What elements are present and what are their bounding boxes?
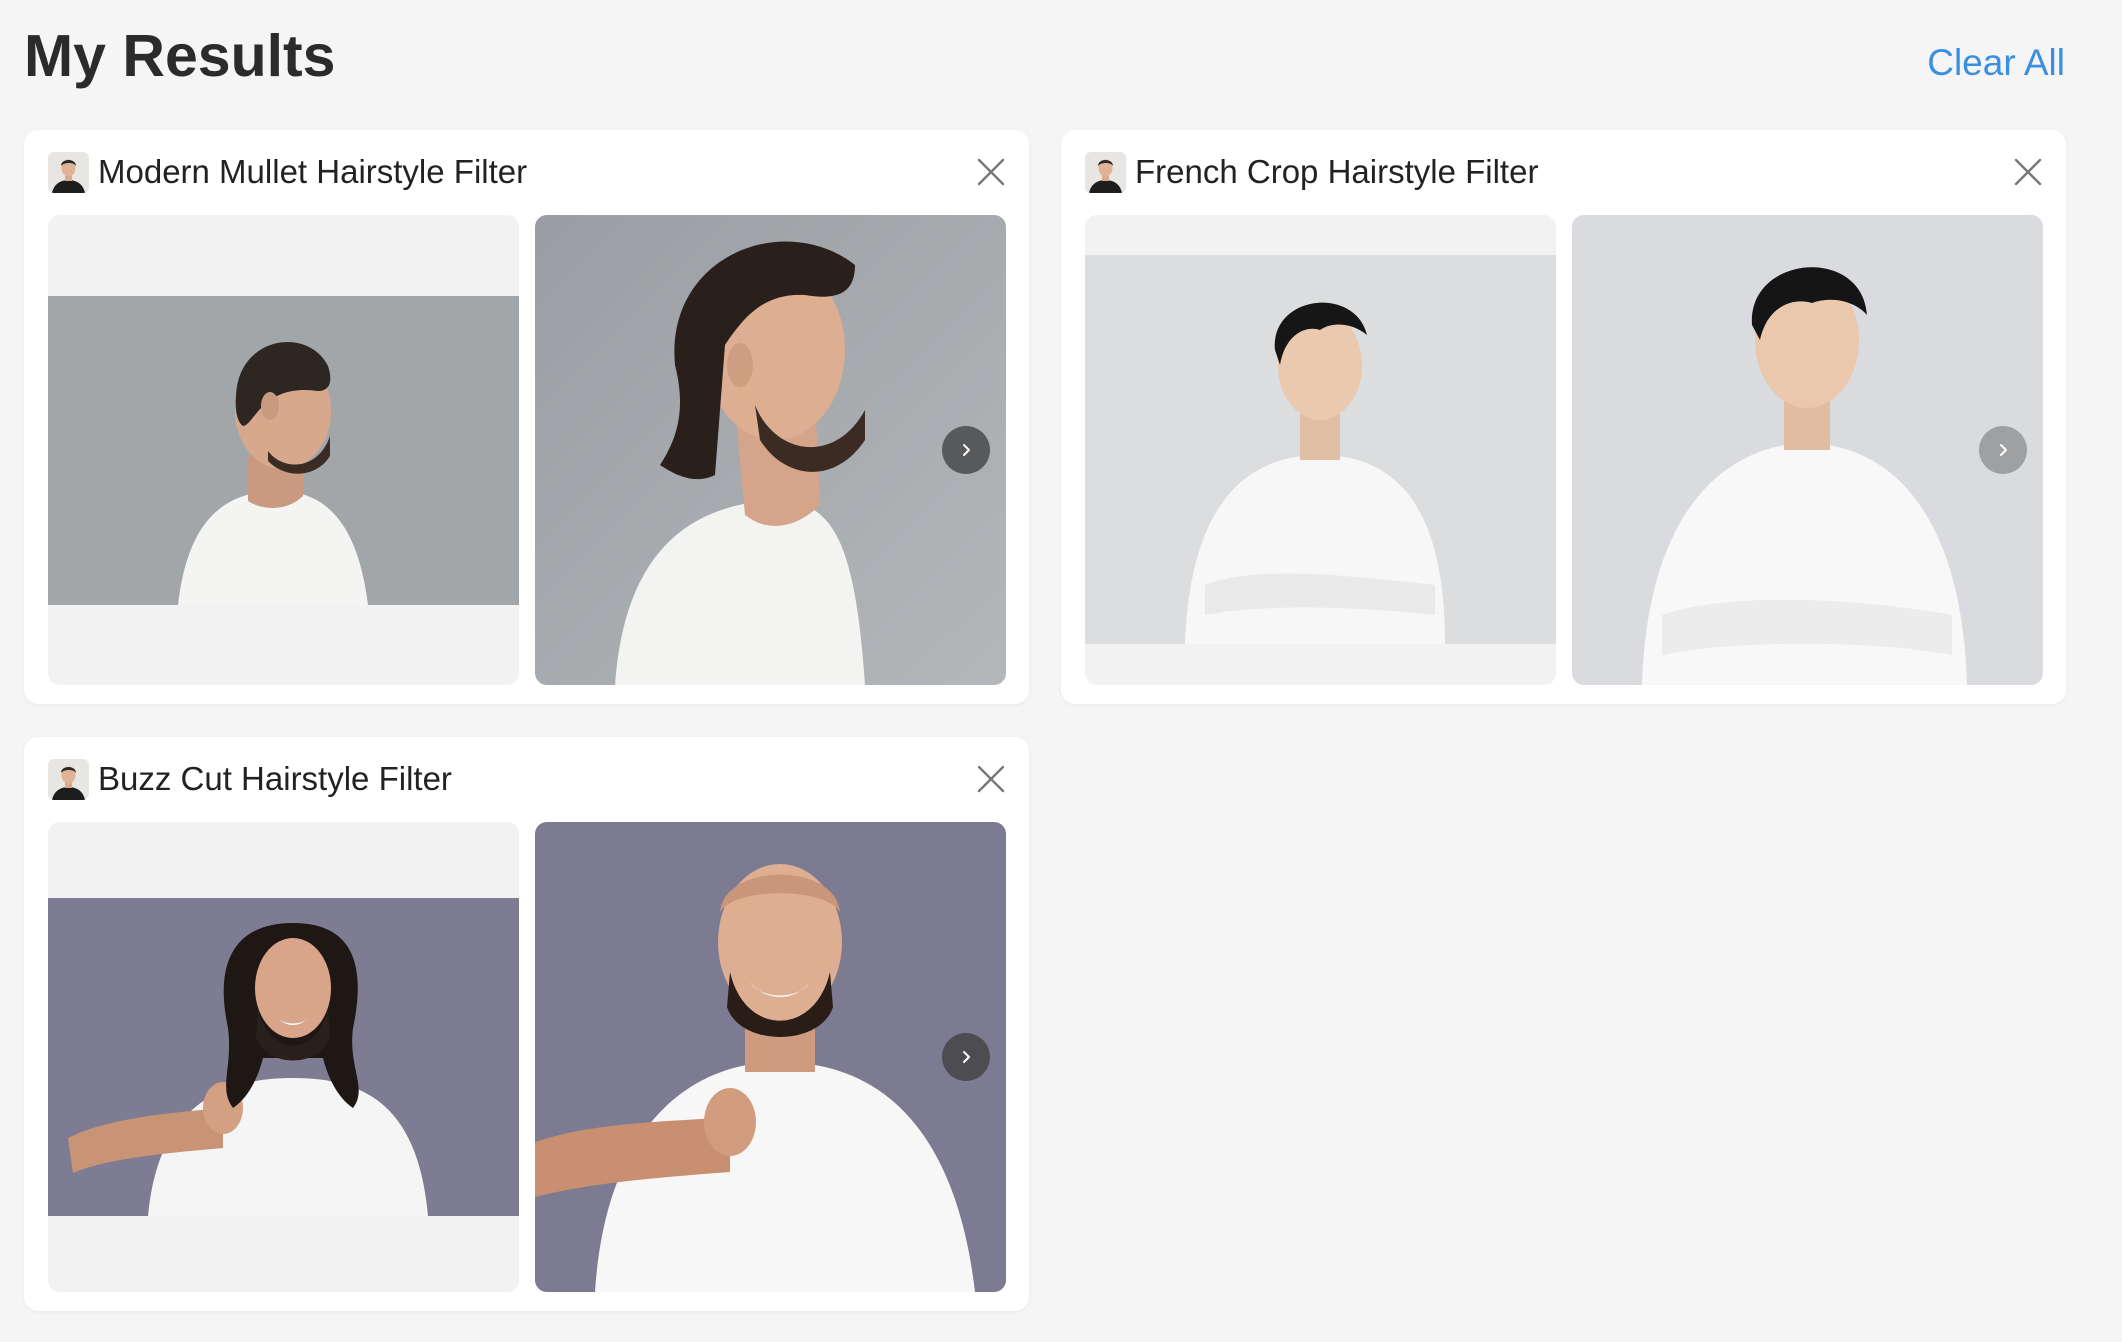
avatar <box>48 151 89 193</box>
chevron-right-icon <box>2000 444 2007 456</box>
results-page: My Results Clear All Modern Mullet Hairs… <box>0 0 2122 1342</box>
avatar <box>1085 151 1126 193</box>
original-photo <box>48 898 519 1216</box>
next-image-button[interactable] <box>942 426 990 474</box>
page-title: My Results <box>24 23 336 89</box>
card-header: French Crop Hairstyle Filter <box>1085 150 2042 194</box>
clear-all-button[interactable]: Clear All <box>1927 38 2065 88</box>
chevron-right-icon <box>963 1051 970 1063</box>
chevron-right-icon <box>963 444 970 456</box>
result-photo-slot <box>535 215 1006 685</box>
close-icon[interactable] <box>977 158 1005 186</box>
avatar <box>48 758 89 800</box>
card-header: Modern Mullet Hairstyle Filter <box>48 150 1005 194</box>
result-photo <box>535 215 1006 685</box>
result-photo <box>535 822 1006 1292</box>
original-photo-slot <box>1085 215 1556 685</box>
result-photo <box>1572 215 2043 685</box>
result-photo-slot <box>1572 215 2043 685</box>
result-photo-slot <box>535 822 1006 1292</box>
close-icon[interactable] <box>2014 158 2042 186</box>
card-title: French Crop Hairstyle Filter <box>1135 153 1539 190</box>
original-photo <box>1085 255 1556 644</box>
card-title: Modern Mullet Hairstyle Filter <box>98 153 528 190</box>
next-image-button[interactable] <box>1979 426 2027 474</box>
result-card-french-crop: French Crop Hairstyle Filter <box>1061 130 2066 704</box>
result-card-mullet: Modern Mullet Hairstyle Filter <box>24 130 1029 704</box>
next-image-button[interactable] <box>942 1033 990 1081</box>
result-card-buzz-cut: Buzz Cut Hairstyle Filter <box>24 737 1029 1311</box>
original-photo-slot <box>48 822 519 1292</box>
card-header: Buzz Cut Hairstyle Filter <box>48 757 1005 801</box>
close-icon[interactable] <box>977 765 1005 793</box>
original-photo <box>48 296 519 605</box>
original-photo-slot <box>48 215 519 685</box>
card-title: Buzz Cut Hairstyle Filter <box>98 760 452 797</box>
